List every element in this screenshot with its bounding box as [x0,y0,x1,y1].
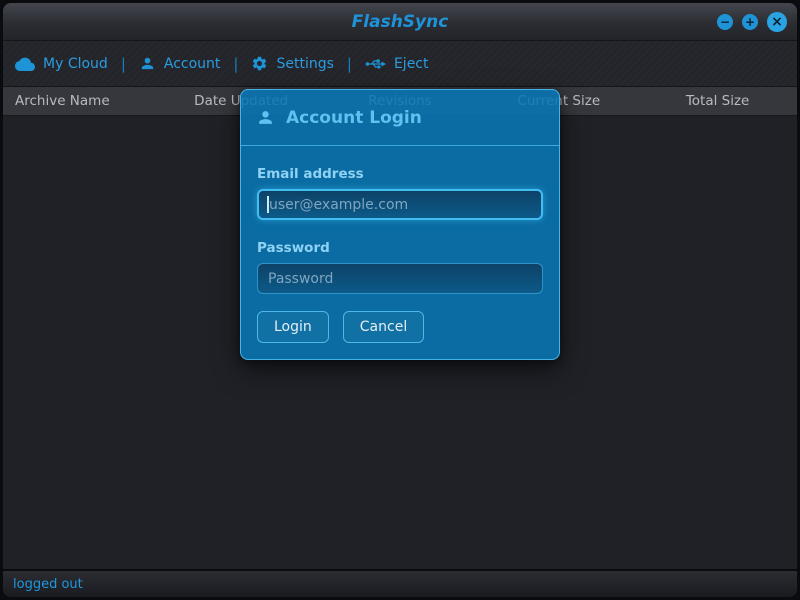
toolbar-item-eject[interactable]: Eject [365,56,429,72]
minimize-icon: − [720,16,730,28]
email-field[interactable] [257,189,543,220]
toolbar-separator: | [347,55,352,73]
password-field-wrap [257,263,543,294]
email-label: Email address [257,166,543,182]
user-icon [139,55,156,72]
dialog-buttons: Login Cancel [257,311,543,343]
minimize-button[interactable]: − [717,14,733,30]
window-title: FlashSync [3,12,797,32]
cancel-button[interactable]: Cancel [343,311,424,343]
cloud-icon [15,56,35,71]
toolbar-item-label: Settings [276,56,333,72]
dialog-body: Email address Password Login Cancel [241,146,559,343]
toolbar-item-label: Account [164,56,221,72]
title-bar: FlashSync − + × [3,3,797,41]
column-header-total-size[interactable]: Total Size [638,93,797,109]
password-field[interactable] [257,263,543,294]
gear-icon [251,55,268,72]
toolbar: My Cloud | Account | Settings | [3,41,797,87]
toolbar-item-settings[interactable]: Settings [251,55,333,72]
status-text: logged out [13,577,83,592]
toolbar-item-label: Eject [394,56,429,72]
app-window: FlashSync − + × My Cloud | Account [3,3,797,597]
close-icon: × [771,15,783,29]
column-header-archive-name[interactable]: Archive Name [3,93,162,109]
user-icon [256,108,275,127]
toolbar-item-my-cloud[interactable]: My Cloud [15,56,108,72]
toolbar-item-label: My Cloud [43,56,108,72]
email-field-wrap [257,189,543,220]
maximize-button[interactable]: + [742,14,758,30]
window-controls: − + × [717,3,787,40]
close-button[interactable]: × [767,12,787,32]
toolbar-separator: | [121,55,126,73]
account-login-dialog: Account Login Email address Password Log… [240,89,560,360]
password-label: Password [257,240,543,256]
text-caret [267,196,269,213]
login-button[interactable]: Login [257,311,329,343]
toolbar-separator: | [233,55,238,73]
dialog-title: Account Login [286,108,422,128]
dialog-header: Account Login [241,90,559,146]
toolbar-item-account[interactable]: Account [139,55,221,72]
maximize-icon: + [745,16,755,28]
status-bar: logged out [3,569,797,597]
usb-eject-icon [365,57,386,71]
